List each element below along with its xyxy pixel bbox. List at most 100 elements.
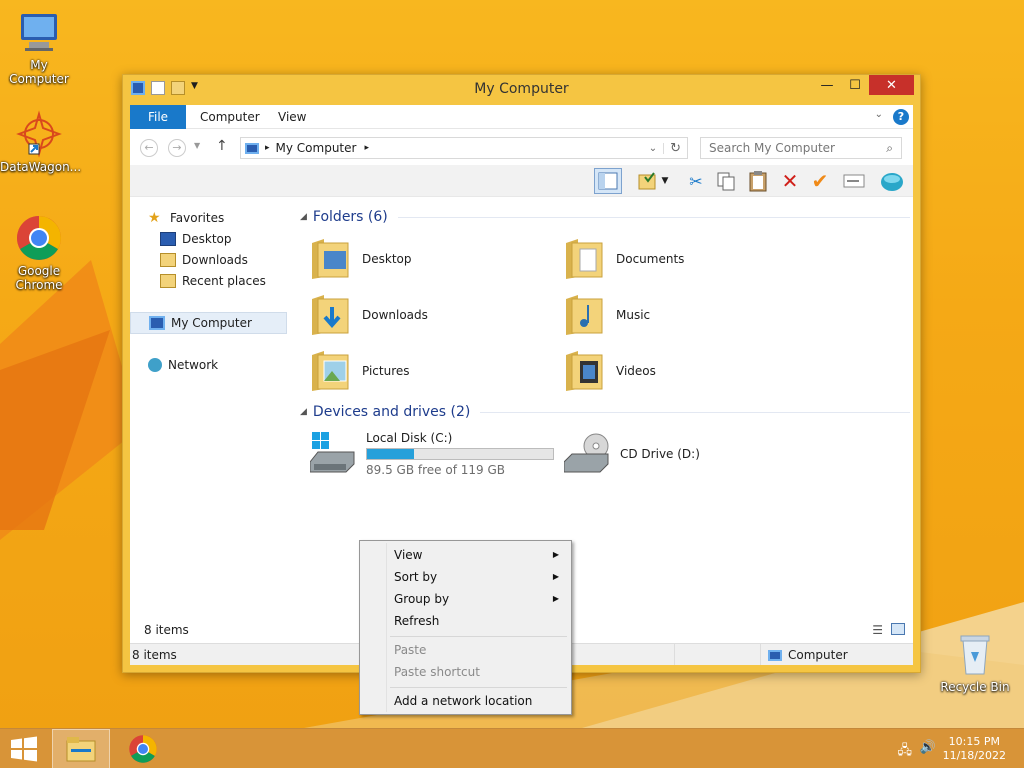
recent-places-icon [160,274,176,288]
desktop-icon-label: Recycle Bin [940,680,1010,694]
chevron-down-icon[interactable]: ⌄ [649,142,665,154]
clock-time: 10:15 PM [948,735,1000,748]
globe-icon[interactable] [878,168,906,194]
forward-button[interactable]: → [168,139,186,157]
menu-item-paste[interactable]: Paste [362,639,569,661]
items-count-upper: 8 items [144,623,189,637]
search-placeholder: Search My Computer [709,141,835,155]
documents-folder-icon [564,237,604,281]
address-bar[interactable]: ▸ My Computer ▸ ⌄ ↻ [240,137,688,159]
nav-network[interactable]: Network [148,354,305,376]
menu-item-add-network-location[interactable]: Add a network location [362,690,569,712]
folder-desktop[interactable]: Desktop [310,233,550,285]
desktop-folder-icon [310,237,350,281]
start-button[interactable] [0,729,48,768]
menu-item-paste-shortcut[interactable]: Paste shortcut [362,661,569,683]
checkmark-icon[interactable]: ✔ [806,168,834,194]
details-view-icon[interactable]: ☰ [872,623,883,637]
context-menu: View ▶ Sort by ▶ Group by ▶ Refresh Paste P… [359,540,572,715]
hard-drive-icon [309,432,355,476]
network-icon [148,358,162,372]
up-arrow-icon[interactable]: ↑ [216,138,228,154]
desktop-icon-recycle-bin[interactable]: Recycle Bin [936,630,1014,694]
windows-logo-icon [11,736,37,762]
menu-item-view[interactable]: View ▶ [362,544,569,566]
preview-pane-icon[interactable] [594,168,622,194]
star-icon: ★ [148,210,161,226]
taskbar-chrome[interactable] [118,729,168,768]
tab-computer[interactable]: Computer [186,105,274,129]
refresh-icon[interactable]: ↻ [664,141,687,156]
search-input[interactable]: Search My Computer ⌕ [700,137,902,159]
chrome-icon [15,214,63,262]
desktop-icon-my-computer[interactable]: My Computer [0,8,78,86]
rename-icon[interactable] [840,168,868,194]
computer-small-icon [245,142,259,154]
downloads-icon [160,253,176,267]
devices-group-header[interactable]: ◢ Devices and drives (2) [300,404,910,420]
title-bar: ▼ My Computer — ☐ ✕ [123,75,920,103]
drive-usage-bar [366,448,554,460]
chevron-right-icon[interactable]: ▸ [364,143,369,153]
folders-group-header[interactable]: ◢ Folders (6) [300,209,910,225]
address-row: ← → ▼ ↑ ▸ My Computer ▸ ⌄ ↻ Search My Co… [130,129,913,165]
minimize-button[interactable]: — [813,75,841,95]
menu-item-sort-by[interactable]: Sort by ▶ [362,566,569,588]
large-icons-view-icon[interactable] [891,623,905,635]
ribbon-tabs: File Computer View ⌄ ? [130,105,913,129]
recent-locations-icon[interactable]: ▼ [194,141,200,150]
videos-folder-icon [564,349,604,393]
network-tray-icon[interactable]: 🖧 [898,741,913,763]
desktop-icon-label: DataWagon... [0,160,82,174]
desktop-icon-google-chrome[interactable]: Google Chrome [0,214,78,292]
chevron-right-icon[interactable]: ▸ [265,143,270,153]
drive-usage-fill [367,449,414,459]
folder-documents[interactable]: Documents [564,233,804,285]
tab-file[interactable]: File [130,105,186,129]
computer-small-icon [768,649,782,661]
drive-local-disk-c[interactable]: Local Disk (C:) 89.5 GB free of 119 GB [309,429,554,479]
folder-pictures[interactable]: Pictures [310,345,550,397]
cut-icon[interactable]: ✂ [682,168,710,194]
delete-icon[interactable]: ✕ [776,168,804,194]
back-button[interactable]: ← [140,139,158,157]
drive-name: Local Disk (C:) [366,431,453,445]
computer-icon [149,316,165,330]
chevron-right-icon: ▶ [552,550,559,559]
menu-item-group-by[interactable]: Group by ▶ [362,588,569,610]
nav-my-computer[interactable]: My Computer [130,312,287,334]
collapse-icon[interactable]: ◢ [300,212,307,222]
desktop-icon [160,232,176,246]
taskbar: 🖧 🔊 10:15 PM 11/18/2022 [0,728,1024,768]
status-location: Computer [768,648,848,662]
chevron-down-icon[interactable]: ⌄ [875,109,883,120]
folder-videos[interactable]: Videos [564,345,804,397]
desktop-icon-label: My Computer [9,58,69,86]
volume-icon[interactable]: 🔊 [920,740,936,755]
chevron-right-icon: ▶ [552,594,559,603]
chevron-right-icon: ▶ [552,572,559,581]
items-count-lower: 8 items [132,648,177,662]
file-explorer-icon [66,737,96,762]
chevron-down-icon[interactable]: ▼ [658,168,672,194]
folder-music[interactable]: Music [564,289,804,341]
taskbar-file-explorer[interactable] [52,729,110,768]
folder-downloads[interactable]: Downloads [310,289,550,341]
drive-cd-d[interactable]: CD Drive (D:) [563,429,804,479]
paste-icon[interactable] [744,168,772,194]
music-folder-icon [564,293,604,337]
search-icon[interactable]: ⌕ [886,141,893,156]
maximize-button[interactable]: ☐ [841,75,869,95]
nav-favorites[interactable]: ★ Favorites [148,207,305,229]
downloads-folder-icon [310,293,350,337]
desktop-icon-datawagon[interactable]: DataWagon... [0,110,82,174]
copy-icon[interactable] [712,168,740,194]
clock[interactable]: 10:15 PM 11/18/2022 [943,735,1006,763]
collapse-icon[interactable]: ◢ [300,407,307,417]
address-path: My Computer [275,141,357,155]
help-icon[interactable]: ? [893,109,909,125]
pictures-folder-icon [310,349,350,393]
menu-item-refresh[interactable]: Refresh [362,610,569,632]
close-button[interactable]: ✕ [869,75,914,95]
tab-view[interactable]: View [264,105,320,129]
